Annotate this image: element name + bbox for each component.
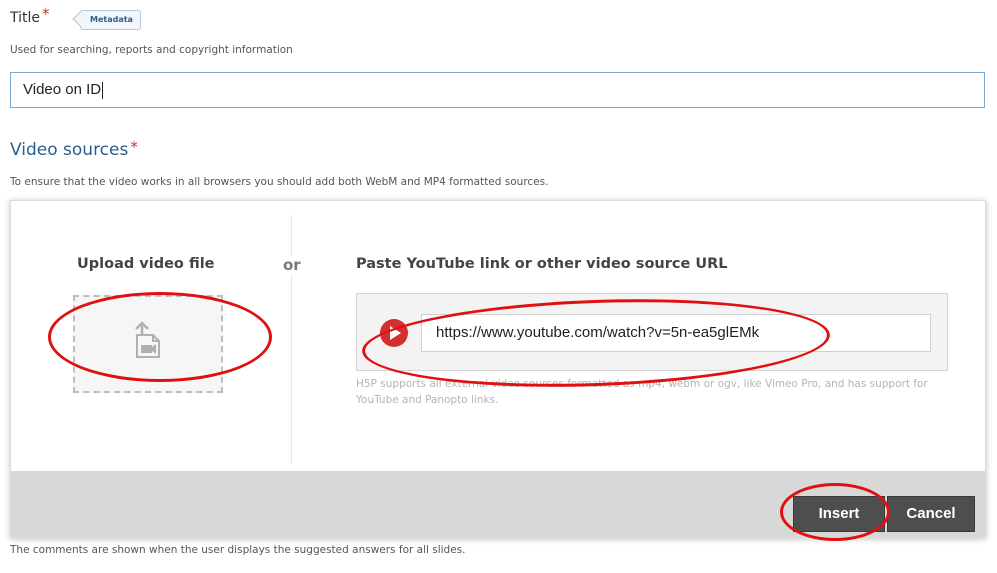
insert-button[interactable]: Insert (793, 496, 885, 532)
video-source-dialog: Upload video file or Paste YouTube link … (10, 200, 986, 538)
url-input-container: https://www.youtube.com/watch?v=5n-ea5gl… (356, 293, 948, 371)
title-label-text: Title (10, 10, 41, 26)
metadata-button[interactable]: Metadata (80, 10, 141, 30)
required-marker: * (130, 138, 138, 156)
cancel-button[interactable]: Cancel (887, 496, 975, 532)
video-url-input[interactable]: https://www.youtube.com/watch?v=5n-ea5gl… (421, 314, 931, 352)
video-sources-description: To ensure that the video works in all br… (10, 176, 549, 188)
dialog-footer: Insert Cancel (11, 471, 985, 537)
comments-note: The comments are shown when the user dis… (10, 544, 466, 556)
required-marker: * (42, 5, 50, 23)
title-description: Used for searching, reports and copyrigh… (10, 44, 293, 56)
title-input-value: Video on ID (23, 81, 102, 98)
video-sources-heading-text: Video sources (10, 140, 129, 160)
upload-video-file-icon (131, 321, 165, 365)
or-label: or (278, 256, 306, 274)
title-input[interactable]: Video on ID (10, 72, 985, 108)
video-sources-heading: Video sources * (10, 138, 138, 160)
text-caret (102, 81, 104, 99)
paste-url-heading: Paste YouTube link or other video source… (356, 256, 728, 272)
youtube-play-icon (379, 318, 409, 352)
upload-video-dropzone[interactable] (73, 295, 223, 393)
upload-heading: Upload video file (77, 256, 215, 272)
dialog-divider (291, 215, 292, 465)
title-label: Title * (10, 5, 50, 26)
url-help-text: H5P supports all external video sources … (356, 378, 928, 406)
